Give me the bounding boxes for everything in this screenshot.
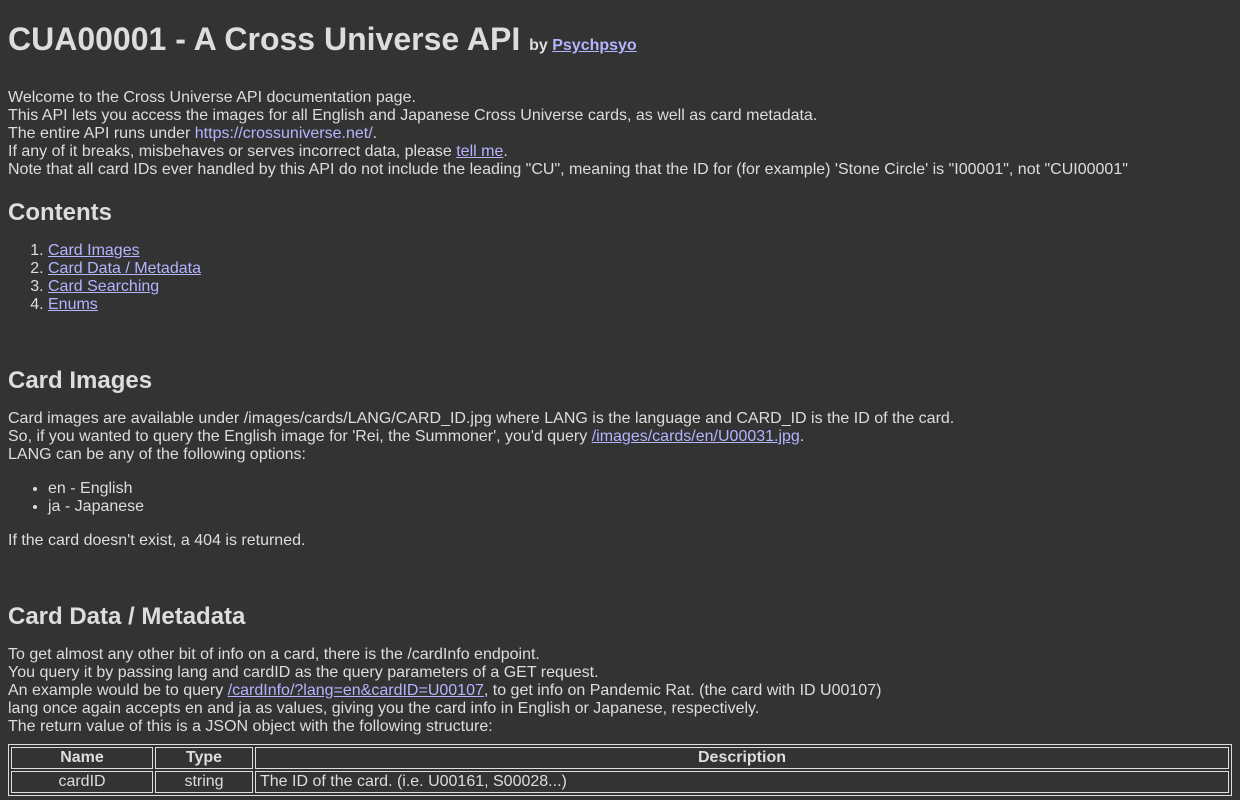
table-cell-description: The ID of the card. (i.e. U00161, S00028… bbox=[255, 771, 1229, 793]
byline: by Psychpsyo bbox=[529, 37, 637, 54]
card-data-line-4: lang once again accepts en and ja as val… bbox=[8, 700, 760, 717]
column-header-name: Name bbox=[11, 747, 153, 769]
contents-item: Card Searching bbox=[48, 278, 1232, 296]
table-header-row: Name Type Description bbox=[11, 747, 1229, 769]
card-images-heading: Card Images bbox=[8, 367, 153, 394]
card-images-line-1: Card images are available under /images/… bbox=[8, 410, 955, 427]
contents-link-enums[interactable]: Enums bbox=[48, 296, 98, 313]
contents-link-card-data[interactable]: Card Data / Metadata bbox=[48, 260, 201, 277]
lang-option: ja - Japanese bbox=[48, 498, 1232, 516]
page-title: CUA00001 - A Cross Universe API by Psych… bbox=[8, 21, 1232, 64]
intro-line-4: If any of it breaks, misbehaves or serve… bbox=[8, 143, 508, 160]
table-cell-name: cardID bbox=[11, 771, 153, 793]
card-data-line-2: You query it by passing lang and cardID … bbox=[8, 664, 599, 681]
card-data-heading: Card Data / Metadata bbox=[8, 603, 246, 630]
intro-line-5: Note that all card IDs ever handled by t… bbox=[8, 161, 1128, 178]
contents-item: Card Images bbox=[48, 242, 1232, 260]
intro-line-2: This API lets you access the images for … bbox=[8, 107, 818, 124]
author-link[interactable]: Psychpsyo bbox=[552, 37, 636, 54]
example-cardinfo-link[interactable]: /cardInfo/?lang=en&cardID=U00107 bbox=[228, 682, 484, 699]
lang-options-list: en - English ja - Japanese bbox=[8, 480, 1232, 516]
documentation-page: CUA00001 - A Cross Universe API by Psych… bbox=[0, 21, 1240, 796]
contents-item: Card Data / Metadata bbox=[48, 260, 1232, 278]
column-header-description: Description bbox=[255, 747, 1229, 769]
table-cell-type: string bbox=[155, 771, 253, 793]
column-header-type: Type bbox=[155, 747, 253, 769]
contents-link-card-searching[interactable]: Card Searching bbox=[48, 278, 159, 295]
tell-me-link[interactable]: tell me bbox=[456, 143, 503, 160]
contents-link-card-images[interactable]: Card Images bbox=[48, 242, 140, 259]
card-images-line-2: So, if you wanted to query the English i… bbox=[8, 428, 805, 445]
card-data-line-1: To get almost any other bit of info on a… bbox=[8, 646, 540, 663]
card-images-footer: If the card doesn't exist, a 404 is retu… bbox=[8, 532, 306, 549]
page-title-text: CUA00001 - A Cross Universe API bbox=[8, 21, 521, 57]
contents-item: Enums bbox=[48, 296, 1232, 314]
base-url-link[interactable]: https://crossuniverse.net/ bbox=[195, 125, 373, 142]
table-row: cardID string The ID of the card. (i.e. … bbox=[11, 771, 1229, 793]
lang-option: en - English bbox=[48, 480, 1232, 498]
card-images-line-3: LANG can be any of the following options… bbox=[8, 446, 306, 463]
card-info-structure-table: Name Type Description cardID string The … bbox=[8, 744, 1232, 796]
contents-heading: Contents bbox=[8, 199, 112, 226]
card-data-line-5: The return value of this is a JSON objec… bbox=[8, 718, 493, 735]
contents-list: Card Images Card Data / Metadata Card Se… bbox=[8, 242, 1232, 314]
intro-line-3: The entire API runs under https://crossu… bbox=[8, 125, 378, 142]
card-data-line-3: An example would be to query /cardInfo/?… bbox=[8, 682, 882, 699]
intro-line-1: Welcome to the Cross Universe API docume… bbox=[8, 89, 416, 106]
example-image-link[interactable]: /images/cards/en/U00031.jpg bbox=[592, 428, 800, 445]
byline-prefix: by bbox=[529, 37, 548, 54]
